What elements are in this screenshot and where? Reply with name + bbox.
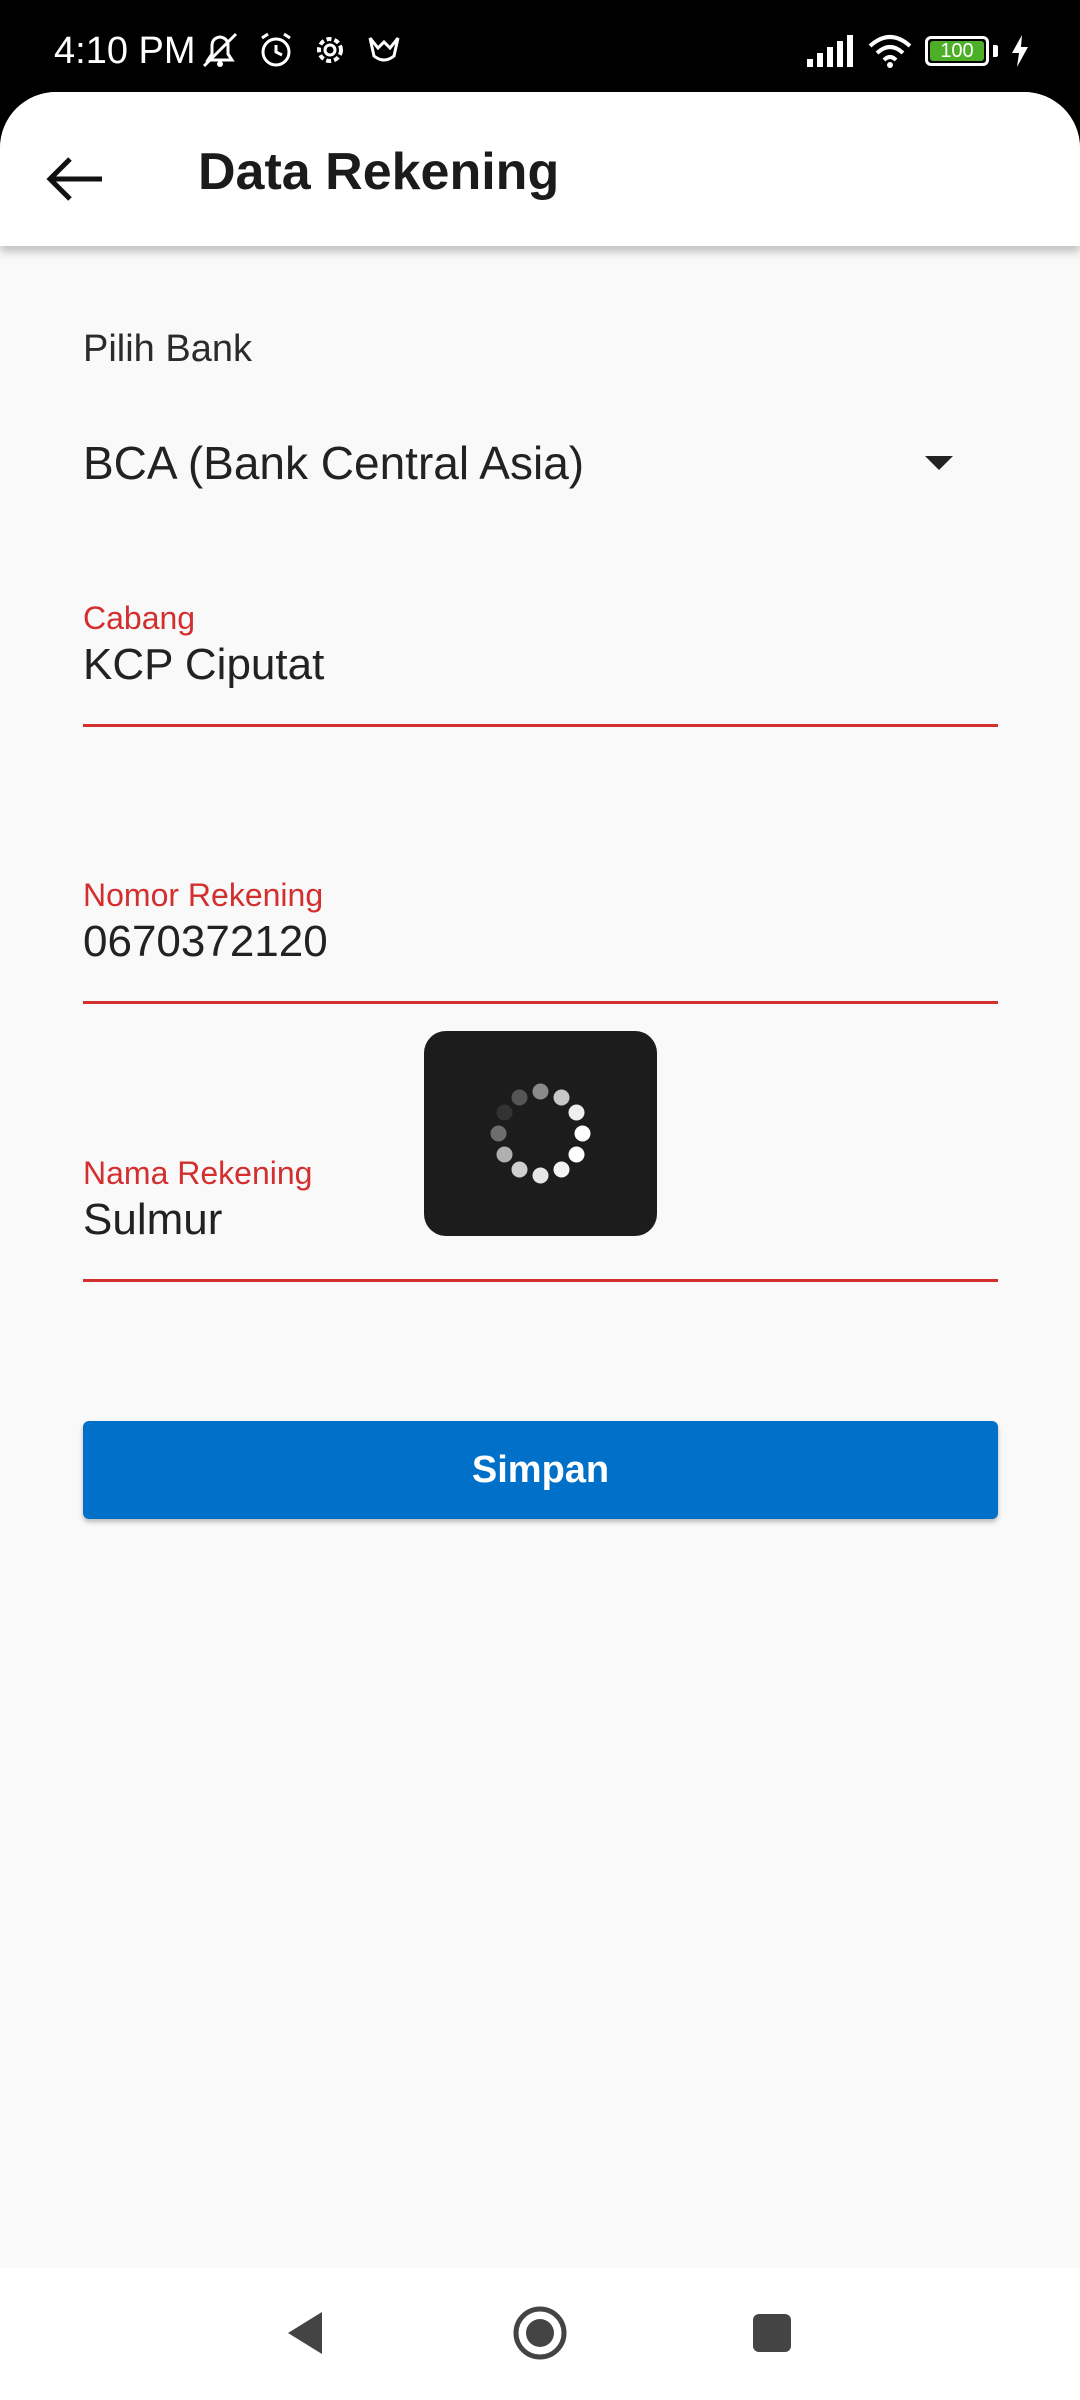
battery-level: 100 <box>940 39 974 62</box>
dropdown-arrow-icon <box>925 456 953 470</box>
nama-rekening-underline <box>83 1279 998 1282</box>
status-icons-left <box>198 30 404 70</box>
wifi-icon <box>868 35 912 68</box>
nomor-rekening-input[interactable] <box>83 917 998 967</box>
nav-recents-button[interactable] <box>737 2298 807 2368</box>
back-triangle-icon <box>288 2312 322 2354</box>
screen: Data Rekening Pilih Bank BCA (Bank Centr… <box>0 92 1080 2268</box>
recents-square-icon <box>753 2314 791 2352</box>
battery-icon: 100 <box>925 36 989 66</box>
settings-icon <box>317 37 343 63</box>
status-time: 4:10 PM <box>54 30 196 72</box>
cabang-field: Cabang <box>83 600 998 830</box>
status-icons-right: 100 <box>805 34 1030 68</box>
status-bar: 4:10 PM 100 <box>0 0 1080 100</box>
bank-label: Pilih Bank <box>83 328 252 370</box>
nav-home-button[interactable] <box>505 2298 575 2368</box>
navigation-bar <box>0 2268 1080 2400</box>
signal-icon <box>807 35 853 67</box>
nomor-rekening-label: Nomor Rekening <box>83 877 324 913</box>
nomor-rekening-underline <box>83 1001 998 1004</box>
bank-dropdown[interactable]: BCA (Bank Central Asia) <box>83 422 953 502</box>
cabang-input[interactable] <box>83 640 998 690</box>
home-circle-icon <box>513 2306 567 2360</box>
app-bar: Data Rekening <box>0 92 1080 246</box>
save-button[interactable]: Simpan <box>83 1421 998 1519</box>
back-button[interactable] <box>30 134 120 224</box>
loading-dialog <box>424 1031 657 1236</box>
arrow-left-icon <box>46 157 102 201</box>
app-notification-icon <box>368 37 400 62</box>
bank-selected-value: BCA (Bank Central Asia) <box>83 437 585 489</box>
cabang-label: Cabang <box>83 600 196 636</box>
alarm-icon <box>261 32 291 67</box>
charging-icon <box>1012 35 1028 67</box>
spinner-icon <box>490 1083 591 1184</box>
cabang-underline <box>83 724 998 727</box>
muted-bell-icon <box>202 32 238 68</box>
nama-rekening-label: Nama Rekening <box>83 1155 313 1191</box>
nav-back-button[interactable] <box>272 2298 342 2368</box>
page-title: Data Rekening <box>198 143 560 201</box>
